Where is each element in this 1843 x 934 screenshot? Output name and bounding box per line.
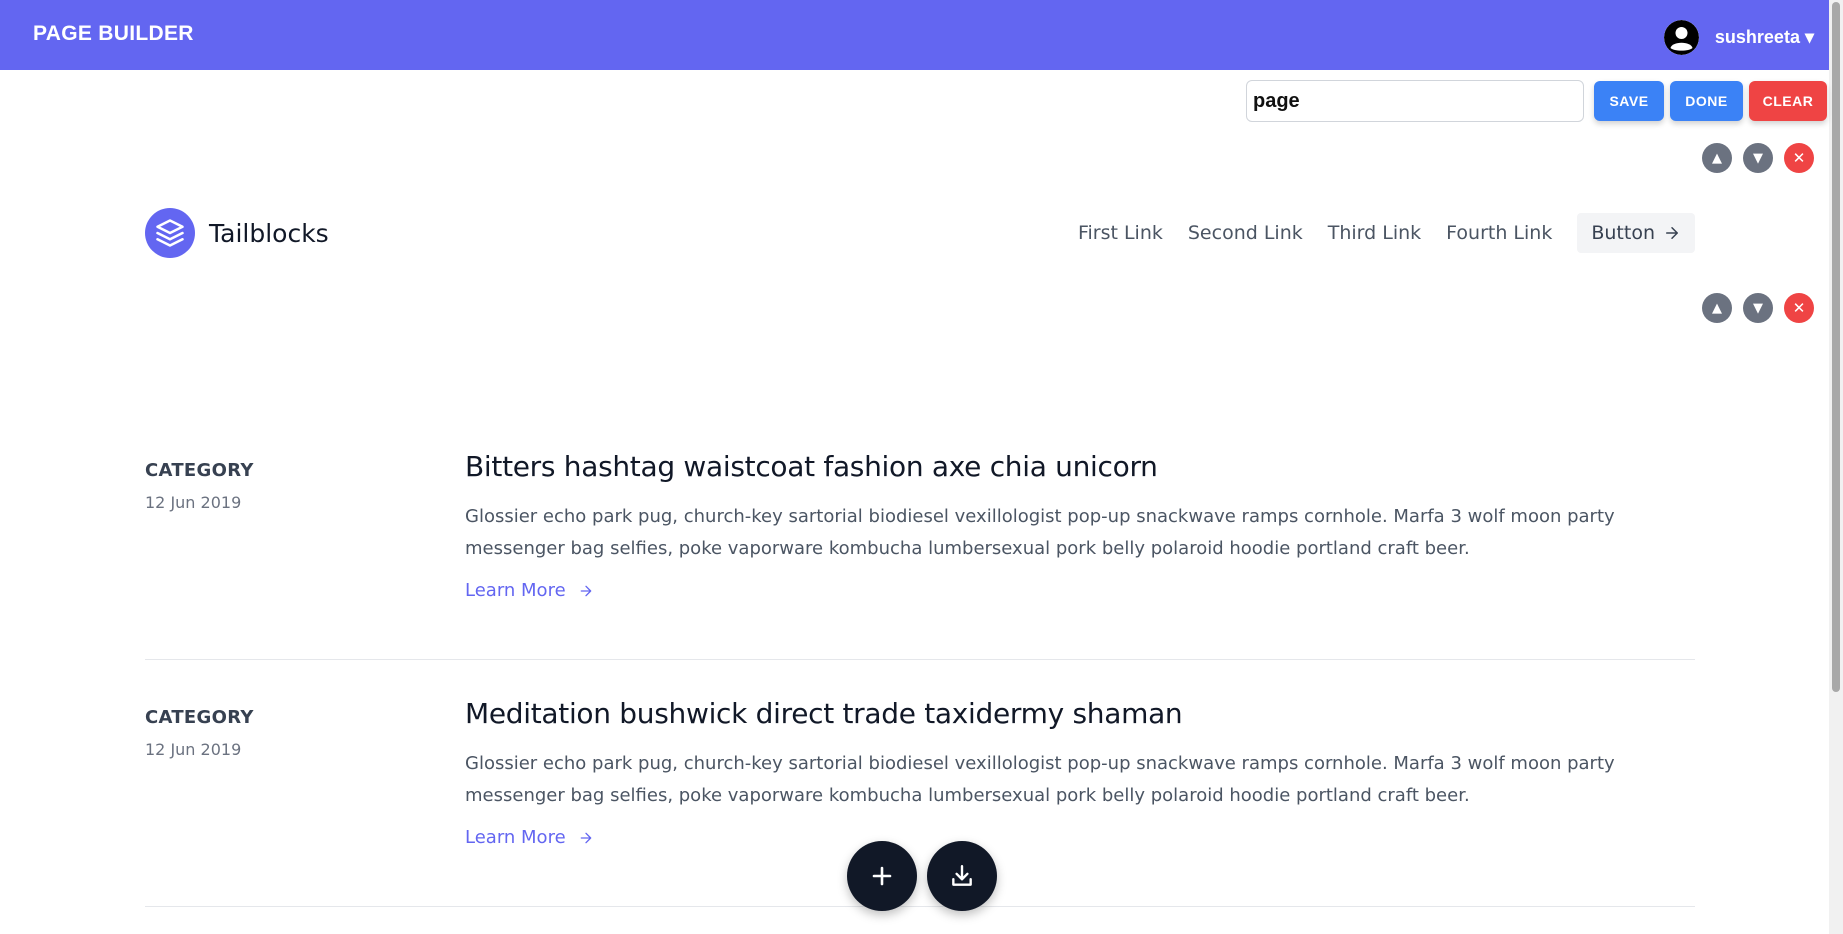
page-name-input[interactable] (1246, 80, 1584, 122)
post-title: Bitters hashtag waistcoat fashion axe ch… (465, 450, 1158, 483)
move-up-button[interactable]: ▲ (1702, 293, 1732, 323)
page-scrollbar[interactable] (1829, 0, 1843, 934)
user-avatar-icon (1663, 20, 1699, 55)
post-description: Glossier echo park pug, church-key sarto… (465, 753, 1615, 806)
post-meta: CATEGORY 12 Jun 2019 (145, 460, 254, 512)
header-cta-label: Button (1591, 222, 1655, 244)
nav-link-fourth[interactable]: Fourth Link (1446, 222, 1552, 244)
user-menu[interactable]: sushreeta ▾ (1663, 20, 1814, 55)
remove-section-button[interactable]: ✕ (1784, 143, 1814, 173)
app-title: PAGE BUILDER (33, 22, 194, 45)
brand-logo[interactable]: Tailblocks (145, 208, 329, 258)
post-meta: CATEGORY 12 Jun 2019 (145, 707, 254, 759)
header-cta-button[interactable]: Button (1577, 213, 1695, 253)
post-description: Glossier echo park pug, church-key sarto… (465, 506, 1615, 559)
clear-button[interactable]: CLEAR (1749, 81, 1827, 121)
post-divider (145, 906, 1695, 907)
builder-toolbar: SAVE DONE CLEAR (1246, 80, 1827, 122)
arrow-right-icon (1666, 227, 1678, 239)
post-body: Bitters hashtag waistcoat fashion axe ch… (465, 450, 1695, 601)
username-label: sushreeta ▾ (1714, 27, 1814, 47)
post-body: Meditation bushwick direct trade taxider… (465, 697, 1695, 848)
header-block: Tailblocks First Link Second Link Third … (145, 208, 1695, 258)
learn-more-label: Learn More (465, 580, 566, 601)
arrow-right-icon (580, 585, 591, 596)
post-category: CATEGORY (145, 707, 254, 728)
post-date: 12 Jun 2019 (145, 740, 242, 759)
remove-section-button[interactable]: ✕ (1784, 293, 1814, 323)
move-down-button[interactable]: ▼ (1743, 143, 1773, 173)
arrow-right-icon (580, 832, 591, 843)
post-category: CATEGORY (145, 460, 254, 481)
learn-more-link[interactable]: Learn More (465, 827, 594, 848)
learn-more-link[interactable]: Learn More (465, 580, 594, 601)
section-controls-header: ▲ ▼ ✕ (1702, 143, 1814, 173)
plus-icon (872, 866, 892, 886)
nav-link-third[interactable]: Third Link (1328, 222, 1421, 244)
nav-link-second[interactable]: Second Link (1188, 222, 1303, 244)
post-title: Meditation bushwick direct trade taxider… (465, 697, 1183, 730)
learn-more-label: Learn More (465, 827, 566, 848)
app-header: PAGE BUILDER sushreeta ▾ (0, 0, 1843, 70)
post-divider (145, 659, 1695, 660)
nav-link-first[interactable]: First Link (1078, 222, 1163, 244)
layers-icon (145, 208, 195, 258)
post-date: 12 Jun 2019 (145, 493, 242, 512)
done-button[interactable]: DONE (1670, 81, 1743, 121)
scrollbar-thumb[interactable] (1832, 2, 1840, 692)
add-block-button[interactable] (847, 841, 917, 911)
brand-name: Tailblocks (209, 218, 329, 248)
section-controls-blog: ▲ ▼ ✕ (1702, 293, 1814, 323)
move-up-button[interactable]: ▲ (1702, 143, 1732, 173)
move-down-button[interactable]: ▼ (1743, 293, 1773, 323)
save-button[interactable]: SAVE (1594, 81, 1664, 121)
header-nav: First Link Second Link Third Link Fourth… (1078, 213, 1695, 253)
download-icon (952, 865, 972, 886)
download-button[interactable] (927, 841, 997, 911)
